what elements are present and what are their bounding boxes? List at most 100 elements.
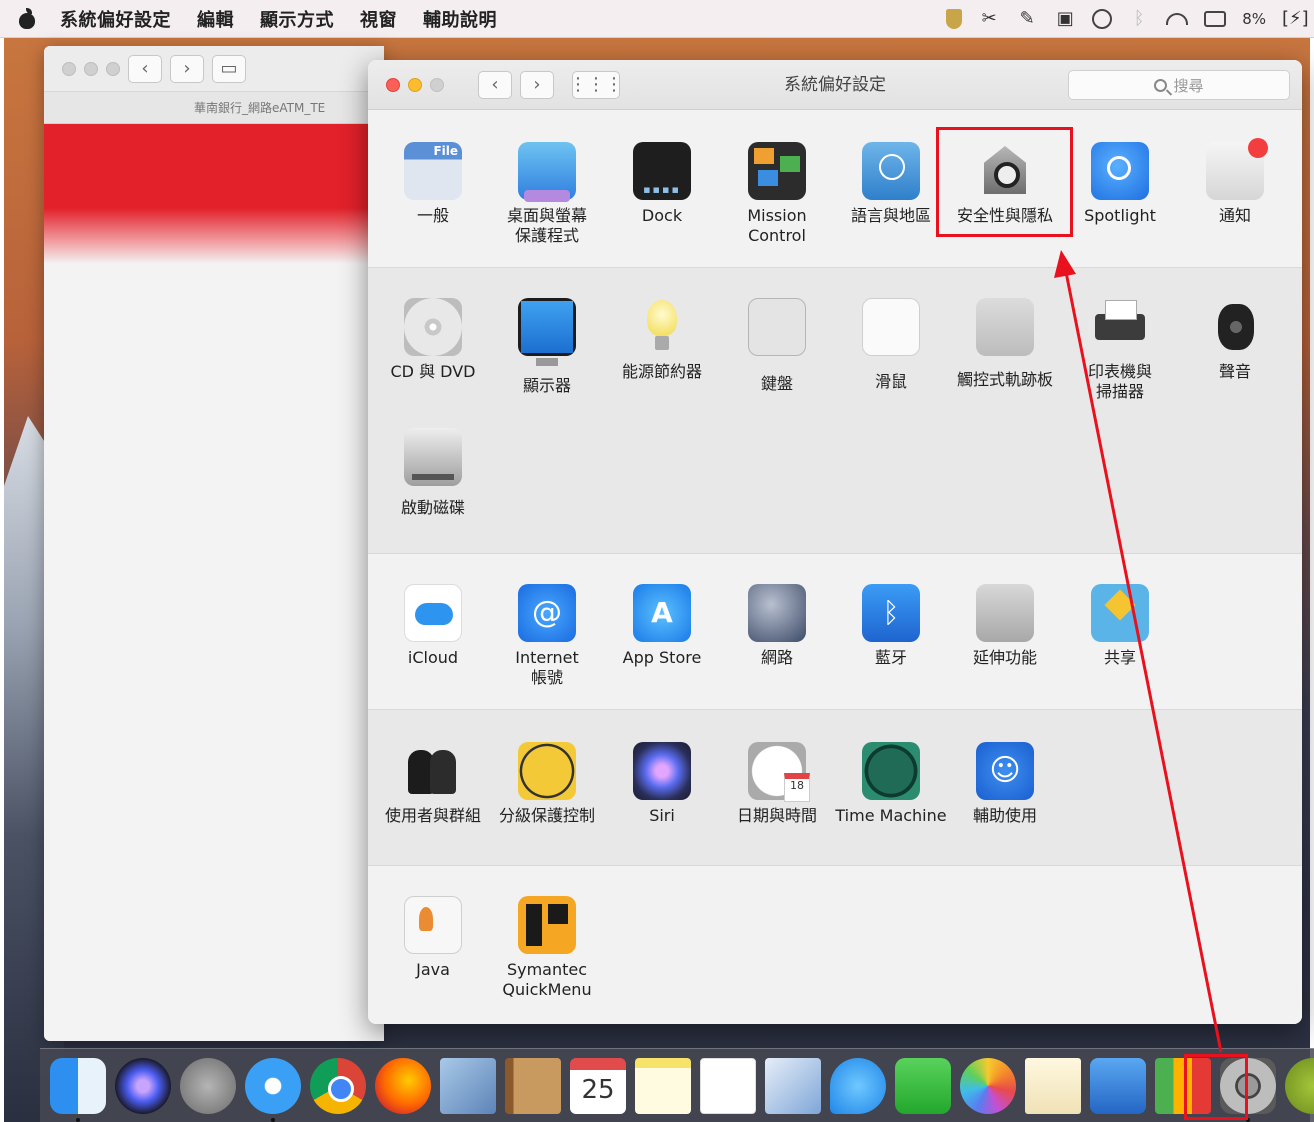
pane-siri[interactable]: Siri — [605, 742, 719, 826]
battery-percent[interactable]: 8% — [1242, 10, 1266, 28]
apple-menu-icon[interactable] — [18, 7, 36, 29]
close-button[interactable] — [386, 77, 400, 92]
pane-extensions[interactable]: 延伸功能 — [948, 584, 1062, 668]
tools-icon[interactable]: ✂ — [978, 9, 1000, 29]
siri-icon — [633, 742, 691, 800]
safari-icon[interactable] — [245, 1057, 301, 1122]
display-menu-icon[interactable]: ▣ — [1054, 9, 1076, 29]
time-machine-menu-icon[interactable] — [1092, 9, 1113, 29]
pane-symantec-quickmenu[interactable]: Symantec QuickMenu — [490, 896, 604, 1000]
forward-button[interactable]: › — [520, 70, 554, 99]
pane-java[interactable]: Java — [376, 896, 490, 980]
pane-sharing[interactable]: 共享 — [1063, 584, 1177, 668]
preview-icon[interactable] — [765, 1057, 821, 1114]
messages-icon[interactable] — [830, 1057, 886, 1114]
pane-mouse[interactable]: 滑鼠 — [834, 298, 948, 392]
notes-icon[interactable] — [635, 1057, 691, 1114]
back-button[interactable]: ‹ — [478, 70, 512, 99]
menu-window[interactable]: 視窗 — [360, 6, 397, 32]
network-icon — [748, 584, 806, 642]
browser-toolbar: ‹ › ▭ — [44, 46, 384, 92]
mail-icon[interactable] — [440, 1057, 496, 1114]
pane-label: Dock — [641, 206, 683, 225]
pane-notifications[interactable]: 通知 — [1178, 138, 1292, 226]
pane-trackpad[interactable]: 觸控式軌跡板 — [948, 298, 1062, 390]
zoom-button[interactable] — [430, 77, 444, 92]
prefs-section-other: Java Symantec QuickMenu — [368, 866, 1302, 1024]
symantec-quickmenu-icon — [518, 896, 576, 954]
launchpad-icon[interactable] — [180, 1057, 236, 1114]
pane-displays[interactable]: 顯示器 — [490, 298, 604, 396]
java-icon — [404, 896, 462, 954]
textedit-icon[interactable] — [1025, 1057, 1081, 1114]
browser-close-button[interactable] — [62, 61, 76, 76]
browser-zoom-button[interactable] — [106, 61, 120, 76]
pane-cd-dvd[interactable]: CD 與 DVD — [376, 298, 490, 382]
parental-controls-icon — [518, 742, 576, 800]
browser-tab-title[interactable]: 華南銀行_網路eATM_TE — [194, 99, 325, 116]
pane-label: 桌面與螢幕 保護程式 — [506, 206, 587, 245]
pane-label: 能源節約器 — [621, 362, 702, 381]
calendar-icon[interactable]: 25 — [570, 1057, 626, 1114]
contacts-icon[interactable] — [505, 1057, 561, 1114]
printer-scanner-icon — [1091, 298, 1149, 356]
trackpad-icon — [976, 298, 1034, 356]
pane-energy-saver[interactable]: 能源節約器 — [605, 298, 719, 382]
minimize-button[interactable] — [408, 77, 422, 92]
cleaner-icon[interactable]: ✎ — [1016, 9, 1038, 29]
menu-help[interactable]: 輔助說明 — [423, 6, 497, 32]
reminders-icon[interactable] — [700, 1057, 756, 1114]
pane-spotlight[interactable]: Spotlight — [1063, 142, 1177, 226]
keynote-icon[interactable] — [1090, 1057, 1146, 1114]
pane-mission-control[interactable]: Mission Control — [720, 142, 834, 246]
spotlight-icon — [1091, 142, 1149, 200]
sidebar-toggle-icon[interactable]: ▭ — [212, 54, 246, 83]
facetime-icon[interactable] — [895, 1057, 951, 1114]
menu-extras: ✂ ✎ ▣ ᛒ 8% [⚡] — [946, 0, 1309, 38]
pane-bluetooth[interactable]: ᛒ 藍牙 — [834, 584, 948, 668]
menu-edit[interactable]: 編輯 — [197, 6, 234, 32]
finder-icon[interactable] — [50, 1057, 106, 1122]
pane-desktop-screensaver[interactable]: 桌面與螢幕 保護程式 — [490, 142, 604, 246]
pane-keyboard[interactable]: 鍵盤 — [720, 298, 834, 394]
shield-icon[interactable] — [946, 9, 963, 29]
menu-view[interactable]: 顯示方式 — [260, 6, 334, 32]
pane-startup-disk[interactable]: 啟動磁碟 — [376, 428, 490, 518]
browser-minimize-button[interactable] — [84, 61, 98, 76]
browser-back-button[interactable]: ‹ — [128, 54, 162, 83]
pane-users-groups[interactable]: 使用者與群組 — [376, 742, 490, 826]
pane-accessibility[interactable]: ☺ 輔助使用 — [948, 742, 1062, 826]
displays-icon — [518, 298, 576, 366]
pane-icloud[interactable]: iCloud — [376, 584, 490, 668]
dock-highlight-box — [1184, 1054, 1248, 1120]
pane-network[interactable]: 網路 — [720, 584, 834, 668]
bluetooth-menu-icon[interactable]: ᛒ — [1128, 9, 1150, 29]
pane-date-time[interactable]: 日期與時間 — [720, 742, 834, 826]
photos-icon[interactable] — [960, 1057, 1016, 1114]
show-all-grid-icon[interactable]: ⋮⋮⋮ — [569, 70, 623, 99]
browser-forward-button[interactable]: › — [170, 54, 204, 83]
firefox-icon[interactable] — [375, 1057, 431, 1114]
pane-dock[interactable]: Dock — [605, 142, 719, 226]
prefs-section-system: 使用者與群組 分級保護控制 Siri 日期與時間 Time Machine ☺ … — [368, 710, 1302, 866]
pane-time-machine[interactable]: Time Machine — [834, 742, 948, 826]
pane-printers-scanners[interactable]: 印表機與 掃描器 — [1063, 298, 1177, 402]
background-browser-window[interactable]: ‹ › ▭ 華南銀行_網路eATM_TE — [44, 46, 384, 1041]
pane-language-region[interactable]: 語言與地區 — [834, 142, 948, 226]
pane-app-store[interactable]: A App Store — [605, 584, 719, 668]
menu-app-name[interactable]: 系統偏好設定 — [60, 6, 171, 32]
pane-sound[interactable]: 聲音 — [1178, 298, 1292, 382]
energy-saver-icon — [633, 298, 691, 356]
wifi-icon[interactable] — [1166, 13, 1189, 25]
airplay-icon[interactable] — [1204, 11, 1227, 27]
android-studio-icon[interactable] — [1285, 1057, 1314, 1114]
language-region-icon — [862, 142, 920, 200]
battery-icon[interactable]: [⚡] — [1282, 9, 1309, 29]
search-field[interactable]: 搜尋 — [1068, 70, 1290, 100]
chrome-icon[interactable] — [310, 1057, 366, 1114]
pane-internet-accounts[interactable]: @ Internet 帳號 — [490, 584, 604, 688]
dock: 25 — [40, 1048, 1314, 1122]
siri-dock-icon[interactable] — [115, 1057, 171, 1114]
pane-parental-controls[interactable]: 分級保護控制 — [490, 742, 604, 826]
pane-general[interactable]: 一般 — [376, 142, 490, 226]
